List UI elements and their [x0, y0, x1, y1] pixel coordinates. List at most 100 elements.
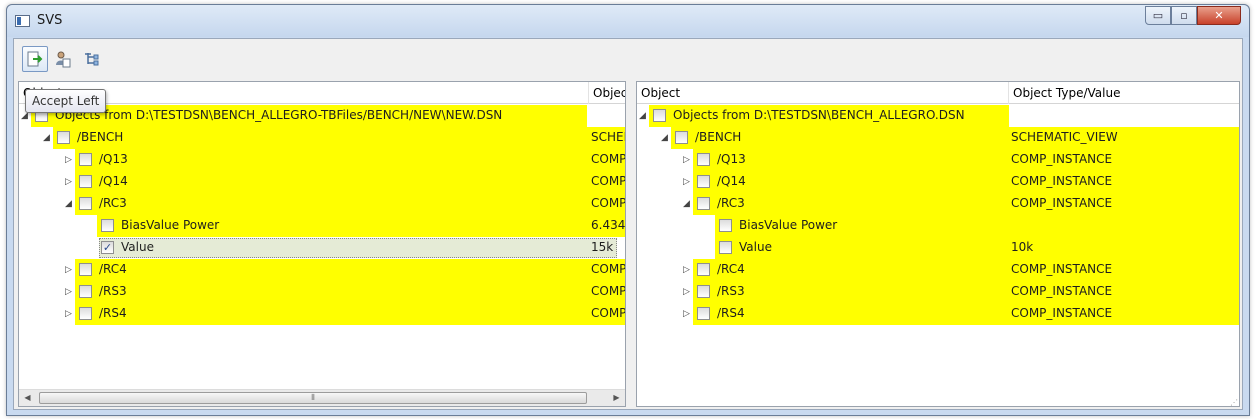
expand-icon[interactable]: ▷ [683, 286, 693, 298]
row-checkbox[interactable] [697, 263, 710, 276]
row-label: Value [121, 240, 154, 254]
row-checkbox[interactable] [79, 285, 92, 298]
row-label: /Q14 [99, 174, 128, 188]
left-horizontal-scrollbar[interactable]: ◀ ⦀ ▶ [19, 389, 625, 406]
row-value: COMP_INSTANCE [591, 262, 625, 276]
collapse-icon[interactable]: ◢ [661, 132, 671, 144]
right-header-type[interactable]: Object Type/Value [1009, 82, 1239, 104]
tree-row[interactable]: ▷ /RS4 COMP_INSTANCE [637, 303, 1239, 325]
row-value: COMP_INSTANCE [591, 196, 625, 210]
toolbar [16, 41, 1240, 79]
row-checkbox[interactable] [675, 131, 688, 144]
tree-row[interactable]: ▷ /RS4 COMP_INSTANCE [19, 303, 625, 325]
row-value: COMP_INSTANCE [1011, 152, 1113, 166]
tree-row[interactable]: BiasValue Power 6.434mW [19, 215, 625, 237]
expand-icon[interactable]: ▷ [683, 264, 693, 276]
row-checkbox[interactable] [79, 307, 92, 320]
hierarchy-button[interactable] [78, 46, 104, 72]
tree-row[interactable]: Value 10k [637, 237, 1239, 259]
row-checkbox[interactable] [101, 219, 114, 232]
scroll-right-arrow[interactable]: ▶ [608, 390, 625, 406]
window-title: SVS [37, 13, 63, 28]
row-value: COMP_INSTANCE [591, 152, 625, 166]
row-value: COMP_INSTANCE [1011, 174, 1113, 188]
row-checkbox[interactable]: ✓ [101, 241, 114, 254]
collapse-icon[interactable]: ◢ [639, 110, 649, 122]
expand-icon[interactable]: ▷ [65, 286, 75, 298]
row-label: /RC4 [99, 262, 127, 276]
row-checkbox[interactable] [697, 285, 710, 298]
row-label: /RS4 [717, 306, 745, 320]
diff-highlight [75, 149, 589, 171]
tree-row[interactable]: ◢ Objects from D:\TESTDSN\BENCH_ALLEGRO.D… [637, 105, 1239, 127]
tree-row[interactable]: ◢ /BENCH SCHEMATIC_VIEW [637, 127, 1239, 149]
user-document-button[interactable] [50, 46, 76, 72]
tree-row[interactable]: ◢ Objects from D:\TESTDSN\BENCH_ALLEGRO-T… [19, 105, 625, 127]
tree-row[interactable]: ▷ /RC4 COMP_INSTANCE [19, 259, 625, 281]
expand-icon[interactable]: ▷ [65, 176, 75, 188]
left-tree-pane[interactable]: Object Object Type/Value ◢Objects from D… [18, 81, 626, 407]
tree-row[interactable]: ◢ /RC3 COMP_INSTANCE [637, 193, 1239, 215]
row-checkbox[interactable] [79, 153, 92, 166]
row-value: SCHEMATIC_VIEW [591, 130, 625, 144]
row-checkbox[interactable] [697, 307, 710, 320]
collapse-icon[interactable]: ◢ [43, 132, 53, 144]
row-checkbox[interactable] [697, 175, 710, 188]
row-label: /Q14 [717, 174, 746, 188]
diff-highlight [75, 259, 589, 281]
accept-left-button[interactable] [22, 46, 48, 72]
row-label: Objects from D:\TESTDSN\BENCH_ALLEGRO-TB… [55, 108, 503, 122]
left-tree-rows: ◢ Objects from D:\TESTDSN\BENCH_ALLEGRO-T… [19, 105, 625, 325]
maximize-button[interactable]: ▫ [1171, 6, 1197, 25]
tree-row[interactable]: ▷ /Q13 COMP_INSTANCE [637, 149, 1239, 171]
expand-icon[interactable]: ▷ [683, 154, 693, 166]
row-checkbox[interactable] [79, 175, 92, 188]
row-checkbox[interactable] [719, 241, 732, 254]
row-value: 10k [1011, 240, 1034, 254]
scroll-thumb[interactable]: ⦀ [39, 392, 587, 404]
row-checkbox[interactable] [697, 197, 710, 210]
row-value: SCHEMATIC_VIEW [1011, 130, 1118, 144]
expand-icon[interactable]: ▷ [65, 264, 75, 276]
tree-row[interactable]: ▷ /RS3 COMP_INSTANCE [637, 281, 1239, 303]
row-label: BiasValue Power [121, 218, 220, 232]
tree-row[interactable]: ▷ /Q14 COMP_INSTANCE [637, 171, 1239, 193]
collapse-icon[interactable]: ◢ [683, 198, 693, 210]
collapse-icon[interactable]: ◢ [65, 198, 75, 210]
expand-icon[interactable]: ▷ [65, 308, 75, 320]
title-bar[interactable]: SVS ▭ ▫ ✕ [7, 5, 1249, 37]
right-header-object[interactable]: Object [637, 82, 1009, 104]
tree-row[interactable]: ▷ /RS3 COMP_INSTANCE [19, 281, 625, 303]
row-label: /BENCH [695, 130, 742, 144]
diff-highlight [75, 281, 589, 303]
row-value: COMP_INSTANCE [591, 284, 625, 298]
expand-icon[interactable]: ▷ [65, 154, 75, 166]
row-checkbox[interactable] [653, 109, 666, 122]
minimize-button[interactable]: ▭ [1145, 6, 1171, 25]
row-checkbox[interactable] [79, 197, 92, 210]
expand-icon[interactable]: ▷ [683, 308, 693, 320]
row-checkbox[interactable] [719, 219, 732, 232]
expand-icon[interactable]: ▷ [683, 176, 693, 188]
user-document-icon [56, 51, 71, 68]
window-controls: ▭ ▫ ✕ [1145, 6, 1241, 25]
grip-icon[interactable]: ⋰ [1230, 398, 1238, 407]
row-checkbox[interactable] [697, 153, 710, 166]
scroll-left-arrow[interactable]: ◀ [19, 390, 36, 406]
diff-highlight-value [1009, 215, 1239, 237]
row-checkbox[interactable] [79, 263, 92, 276]
right-tree-pane[interactable]: Object Object Type/Value ◢ Objects from D… [636, 81, 1240, 407]
row-value: COMP_INSTANCE [1011, 284, 1113, 298]
tree-row[interactable]: ▷ /Q13 COMP_INSTANCE [19, 149, 625, 171]
tree-row[interactable]: ◢ /BENCH SCHEMATIC_VIEW [19, 127, 625, 149]
hierarchy-icon [85, 53, 99, 66]
row-checkbox[interactable] [57, 131, 70, 144]
tree-row[interactable]: ✓ Value 15k [19, 237, 625, 259]
right-tree-rows: ◢ Objects from D:\TESTDSN\BENCH_ALLEGRO.D… [637, 105, 1239, 325]
tree-row[interactable]: ▷ /Q14 COMP_INSTANCE [19, 171, 625, 193]
left-header-type[interactable]: Object Type/Value [589, 82, 625, 104]
tree-row[interactable]: ▷ /RC4 COMP_INSTANCE [637, 259, 1239, 281]
tree-row[interactable]: ◢ /RC3 COMP_INSTANCE [19, 193, 625, 215]
tree-row[interactable]: BiasValue Power [637, 215, 1239, 237]
close-button[interactable]: ✕ [1197, 6, 1241, 25]
